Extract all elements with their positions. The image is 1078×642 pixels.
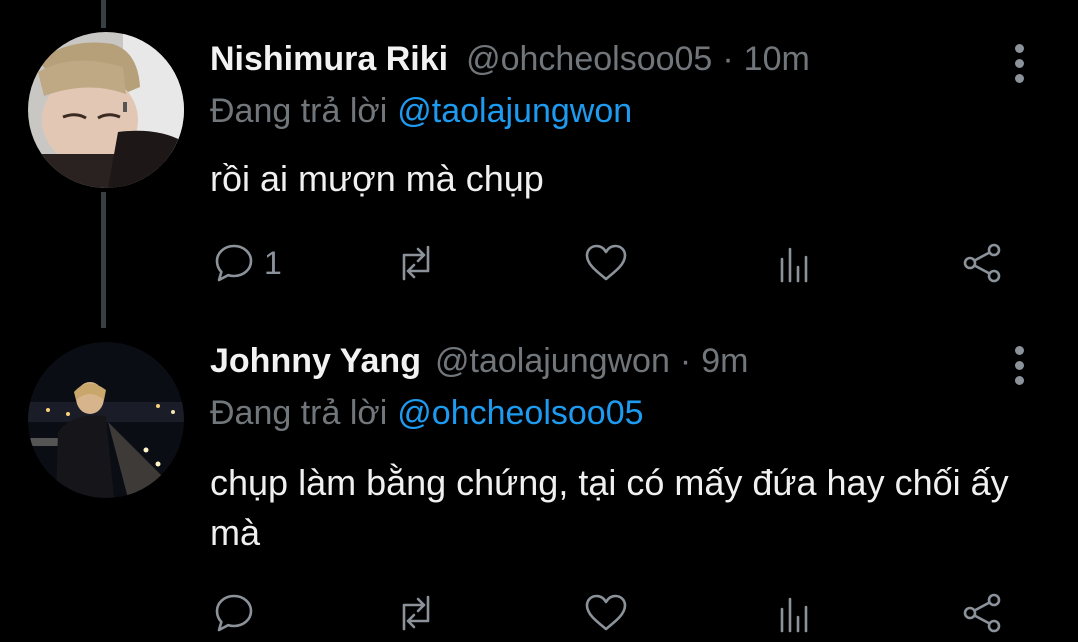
tweet-header: Nishimura Riki @ohcheolsoo05 · 10m bbox=[210, 40, 998, 79]
share-button[interactable] bbox=[958, 588, 1006, 638]
username[interactable]: @taolajungwon bbox=[435, 342, 670, 381]
retweet-icon bbox=[402, 245, 430, 281]
tweet-text: chụp làm bằng chứng, tại có mấy đứa hay … bbox=[210, 462, 1009, 553]
tweet[interactable]: Nishimura Riki @ohcheolsoo05 · 10m Đang … bbox=[0, 0, 1078, 330]
replying-to: Đang trả lời @ohcheolsoo05 bbox=[210, 394, 644, 433]
display-name[interactable]: Nishimura Riki bbox=[210, 40, 448, 79]
username[interactable]: @ohcheolsoo05 bbox=[466, 40, 712, 79]
reply-button[interactable] bbox=[210, 588, 264, 638]
stats-icon bbox=[780, 247, 808, 283]
reply-icon bbox=[215, 594, 253, 632]
timestamp[interactable]: 10m bbox=[744, 40, 810, 79]
replying-to-label: Đang trả lời bbox=[210, 92, 388, 130]
tweet-header: Johnny Yang @taolajungwon · 9m bbox=[210, 342, 998, 381]
share-icon bbox=[963, 593, 1001, 633]
separator: · bbox=[722, 40, 734, 78]
retweet-icon bbox=[402, 595, 430, 631]
mention-link[interactable]: @taolajungwon bbox=[397, 92, 632, 130]
like-button[interactable] bbox=[582, 588, 630, 638]
share-icon bbox=[963, 243, 1001, 283]
more-icon[interactable] bbox=[1012, 44, 1026, 89]
like-icon bbox=[585, 594, 627, 631]
stats-button[interactable] bbox=[770, 588, 818, 638]
stats-button[interactable] bbox=[770, 238, 818, 288]
mention-link[interactable]: @ohcheolsoo05 bbox=[397, 394, 643, 432]
avatar[interactable] bbox=[28, 342, 184, 498]
retweet-button[interactable] bbox=[392, 238, 440, 288]
replying-to: Đang trả lời @taolajungwon bbox=[210, 92, 632, 131]
stats-icon bbox=[780, 597, 808, 633]
tweet[interactable]: Johnny Yang @taolajungwon · 9m Đang trả … bbox=[0, 330, 1078, 642]
reply-button[interactable]: 1 bbox=[210, 238, 282, 288]
like-icon bbox=[585, 244, 627, 281]
display-name[interactable]: Johnny Yang bbox=[210, 342, 421, 381]
avatar[interactable] bbox=[28, 32, 184, 188]
reply-icon bbox=[215, 244, 253, 282]
like-button[interactable] bbox=[582, 238, 630, 288]
reply-count: 1 bbox=[264, 244, 282, 281]
action-bar bbox=[210, 588, 1010, 638]
tweet-text: rồi ai mượn mà chụp bbox=[210, 158, 544, 199]
timestamp[interactable]: 9m bbox=[701, 342, 748, 381]
action-bar: 1 bbox=[210, 238, 1010, 288]
separator: · bbox=[679, 342, 692, 380]
share-button[interactable] bbox=[958, 238, 1006, 288]
replying-to-label: Đang trả lời bbox=[210, 394, 388, 432]
more-icon[interactable] bbox=[1012, 346, 1026, 391]
retweet-button[interactable] bbox=[392, 588, 440, 638]
